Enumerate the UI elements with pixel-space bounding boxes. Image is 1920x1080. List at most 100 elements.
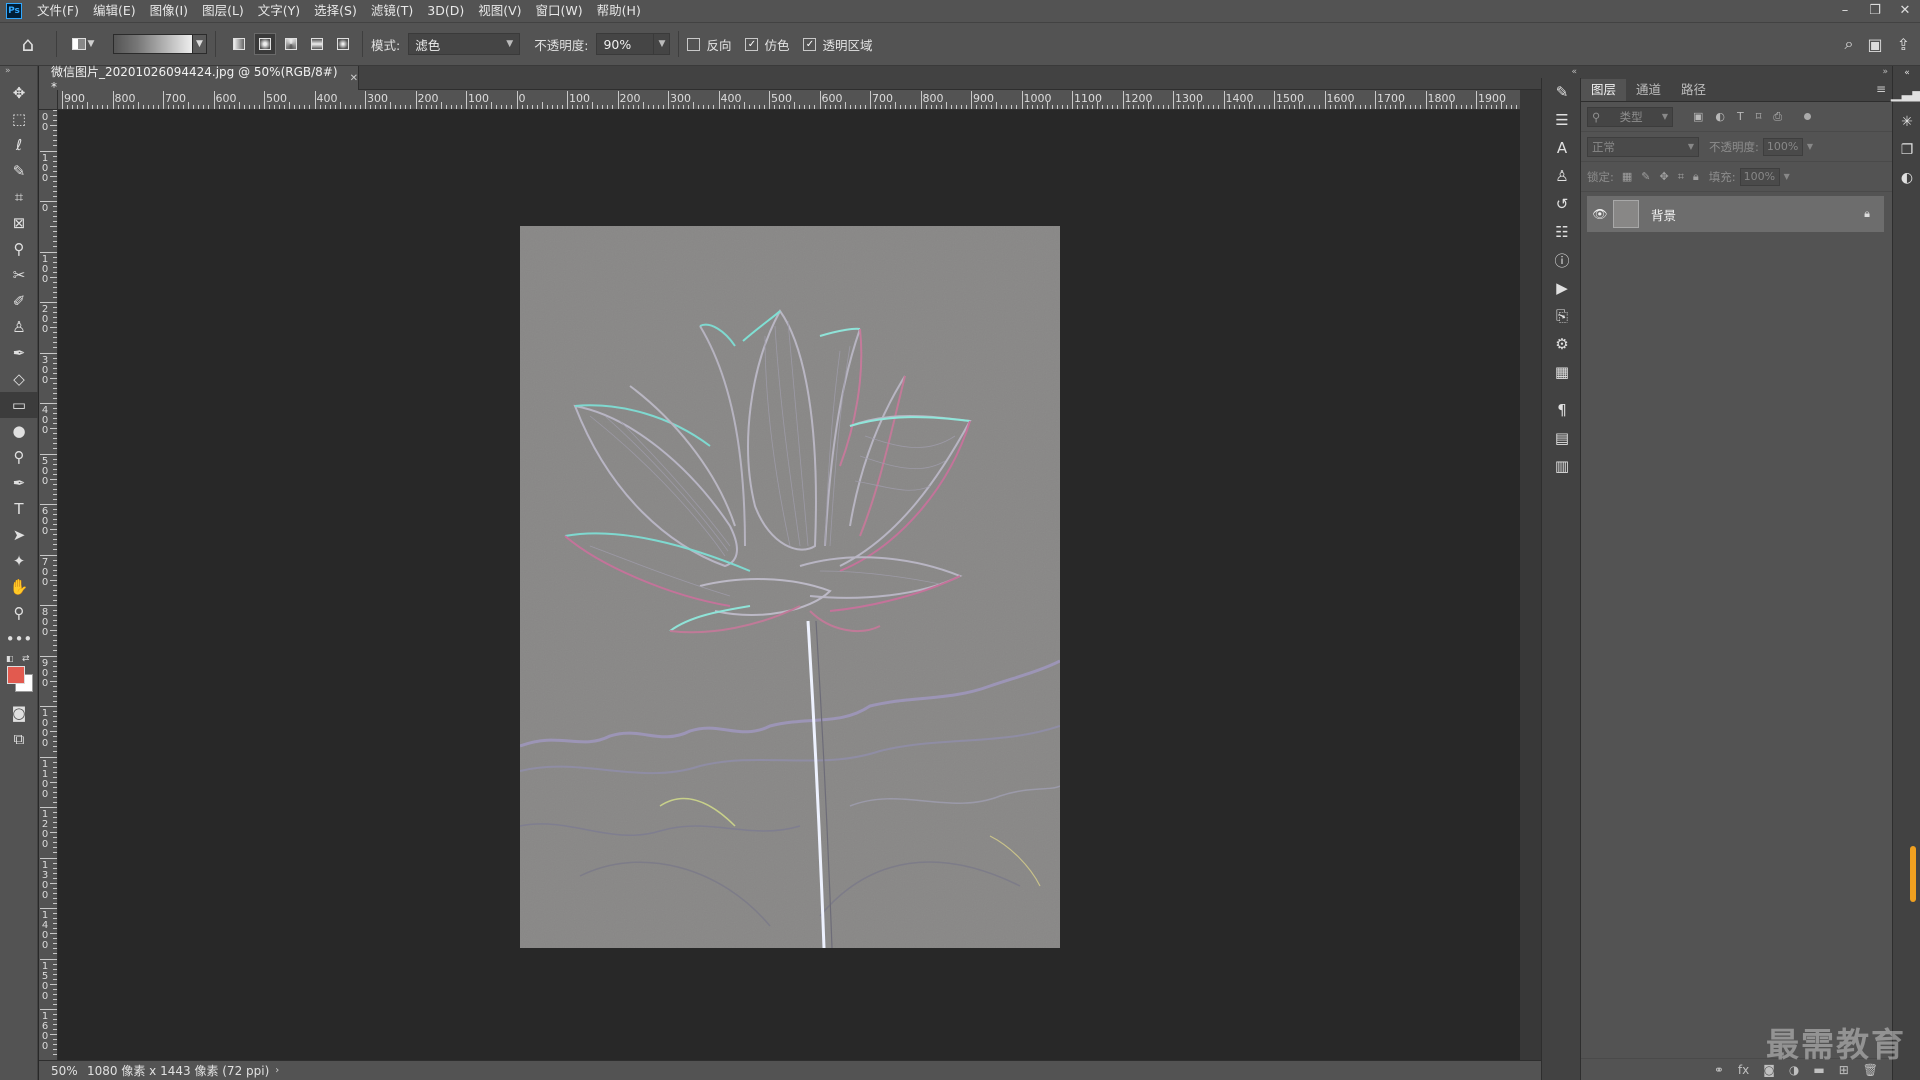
document-image[interactable]: [520, 226, 1060, 948]
dodge-icon[interactable]: ⚲: [0, 444, 38, 470]
filter-toggle-icon[interactable]: [1804, 113, 1812, 120]
chevron-right-icon[interactable]: ›: [275, 1065, 279, 1076]
menu-select[interactable]: 选择(S): [307, 0, 364, 22]
tab-channels[interactable]: 通道: [1626, 79, 1671, 101]
fx-icon[interactable]: fx: [1738, 1063, 1749, 1077]
close-button[interactable]: ✕: [1890, 0, 1920, 22]
menu-type[interactable]: 文字(Y): [251, 0, 307, 22]
lasso-icon[interactable]: ℓ: [0, 132, 38, 158]
angle-gradient-button[interactable]: [280, 33, 302, 55]
layer-comps-icon[interactable]: ⎘: [1542, 302, 1582, 330]
screen-mode-icon[interactable]: ⧉: [0, 726, 38, 752]
lock-position-icon[interactable]: ✥: [1660, 170, 1669, 184]
tab-paths[interactable]: 路径: [1671, 79, 1716, 101]
transparency-check[interactable]: ✓: [803, 37, 817, 51]
opacity-dropdown[interactable]: ▼: [654, 33, 671, 55]
vertical-ruler[interactable]: 2001000100200300400500600700800900100011…: [39, 110, 58, 1060]
pen-icon[interactable]: ✒: [0, 470, 38, 496]
character-icon[interactable]: A: [1542, 134, 1582, 162]
search-icon[interactable]: ⌕: [1845, 34, 1854, 54]
restore-button[interactable]: ❐: [1860, 0, 1890, 22]
menu-layer[interactable]: 图层(L): [195, 0, 251, 22]
brush-settings-icon[interactable]: ✎: [1542, 78, 1582, 106]
share-icon[interactable]: ⇪: [1897, 35, 1910, 54]
layer-row[interactable]: 👁︎ 背景 🔒︎: [1587, 196, 1884, 232]
brush-icon[interactable]: ✐: [0, 288, 38, 314]
canvas-area[interactable]: [58, 110, 1520, 1060]
adjustments-icon[interactable]: ☰: [1542, 106, 1582, 134]
collapse-dock-icon[interactable]: «: [1541, 66, 1581, 78]
home-icon[interactable]: ⌂: [8, 29, 48, 59]
opacity-input[interactable]: 90%: [596, 33, 655, 55]
history-brush-icon[interactable]: ✒: [0, 340, 38, 366]
gradient-picker[interactable]: ▼: [101, 34, 207, 54]
panel-scroll-indicator[interactable]: [1910, 846, 1916, 902]
type-filter-icon[interactable]: T: [1737, 110, 1744, 124]
marquee-icon[interactable]: ⬚: [0, 106, 38, 132]
stamp-icon[interactable]: ♙: [0, 314, 38, 340]
gradient-icon[interactable]: ▭: [0, 392, 38, 418]
horizontal-ruler[interactable]: 900 800 700 600 500 400 300 200 100 0 100 200 300 400…: [58, 90, 1520, 110]
panel-menu-icon[interactable]: ≡: [1876, 82, 1886, 96]
clone-source-icon[interactable]: ♙: [1542, 162, 1582, 190]
shape-icon[interactable]: ✦: [0, 548, 38, 574]
reverse-check[interactable]: [687, 37, 701, 51]
foreground-color[interactable]: [7, 666, 25, 684]
zoom-icon[interactable]: ⚲: [0, 600, 38, 626]
collapse-toolbar-icon[interactable]: »: [0, 66, 37, 80]
history-icon[interactable]: ↺: [1542, 190, 1582, 218]
navigator-icon[interactable]: ✳: [1893, 108, 1920, 136]
info-icon[interactable]: ⓘ: [1542, 246, 1582, 274]
tab-layers[interactable]: 图层: [1581, 79, 1627, 101]
reverse-checkbox[interactable]: 反向: [687, 35, 731, 54]
chevron-down-icon[interactable]: ▼: [193, 34, 207, 54]
zoom-level[interactable]: 50%: [39, 1064, 81, 1078]
collapse-panels-icon[interactable]: »: [1581, 66, 1892, 78]
tool-preset-picker[interactable]: ▼: [65, 32, 101, 56]
collapse-icon[interactable]: «: [1893, 66, 1920, 80]
default-colors-icon[interactable]: ◧: [6, 654, 14, 663]
gradient-preview[interactable]: [113, 34, 193, 54]
paragraph-styles-icon[interactable]: ▤: [1542, 424, 1582, 452]
mode-select[interactable]: 滤色 ▼: [408, 33, 521, 55]
frame-icon[interactable]: ⊠: [0, 210, 38, 236]
menu-file[interactable]: 文件(F): [30, 0, 86, 22]
transparency-checkbox[interactable]: ✓ 透明区域: [803, 35, 872, 54]
document-tab[interactable]: 微信图片_20201026094424.jpg @ 50%(RGB/8#) * …: [39, 65, 359, 94]
menu-edit[interactable]: 编辑(E): [86, 0, 143, 22]
libraries-icon[interactable]: ❐: [1893, 136, 1920, 164]
chevron-down-icon[interactable]: ▼: [1784, 172, 1790, 181]
lock-artboard-icon[interactable]: ⌗: [1678, 170, 1684, 184]
table-icon[interactable]: ▦: [1542, 358, 1582, 386]
3d-icon[interactable]: ⚙: [1542, 330, 1582, 358]
path-select-icon[interactable]: ➤: [0, 522, 38, 548]
swap-colors-icon[interactable]: ⇄: [22, 654, 30, 664]
fill-input[interactable]: 100%: [1739, 167, 1780, 186]
menu-filter[interactable]: 滤镜(T): [364, 0, 420, 22]
smart-object-filter-icon[interactable]: ⎙: [1773, 110, 1782, 124]
reflected-gradient-button[interactable]: [306, 33, 328, 55]
type-icon[interactable]: T: [0, 496, 38, 522]
move-icon[interactable]: ✥: [0, 80, 38, 106]
color-icon[interactable]: ◐: [1893, 164, 1920, 192]
menu-view[interactable]: 视图(V): [471, 0, 528, 22]
chevron-down-icon[interactable]: ▼: [1807, 142, 1813, 151]
minimize-button[interactable]: –: [1830, 0, 1860, 22]
paragraph-icon[interactable]: ¶: [1542, 396, 1582, 424]
hand-icon[interactable]: ✋: [0, 574, 38, 600]
menu-3d[interactable]: 3D(D): [420, 0, 471, 22]
close-icon[interactable]: ✕: [350, 73, 358, 84]
radial-gradient-button[interactable]: [254, 33, 276, 55]
layer-name[interactable]: 背景: [1651, 205, 1676, 224]
pixel-filter-icon[interactable]: ▣: [1693, 110, 1703, 124]
more-icon[interactable]: •••: [0, 626, 38, 652]
layer-opacity-input[interactable]: 100%: [1762, 137, 1803, 156]
lock-all-icon[interactable]: 🔒︎: [1693, 170, 1699, 184]
linear-gradient-button[interactable]: [228, 33, 250, 55]
actions-icon[interactable]: ▶: [1542, 274, 1582, 302]
shape-filter-icon[interactable]: ⌑: [1756, 110, 1762, 124]
dither-check[interactable]: ✓: [745, 37, 759, 51]
properties-icon[interactable]: ☷: [1542, 218, 1582, 246]
diamond-gradient-button[interactable]: [332, 33, 354, 55]
workspace-icon[interactable]: ▣: [1867, 35, 1882, 54]
